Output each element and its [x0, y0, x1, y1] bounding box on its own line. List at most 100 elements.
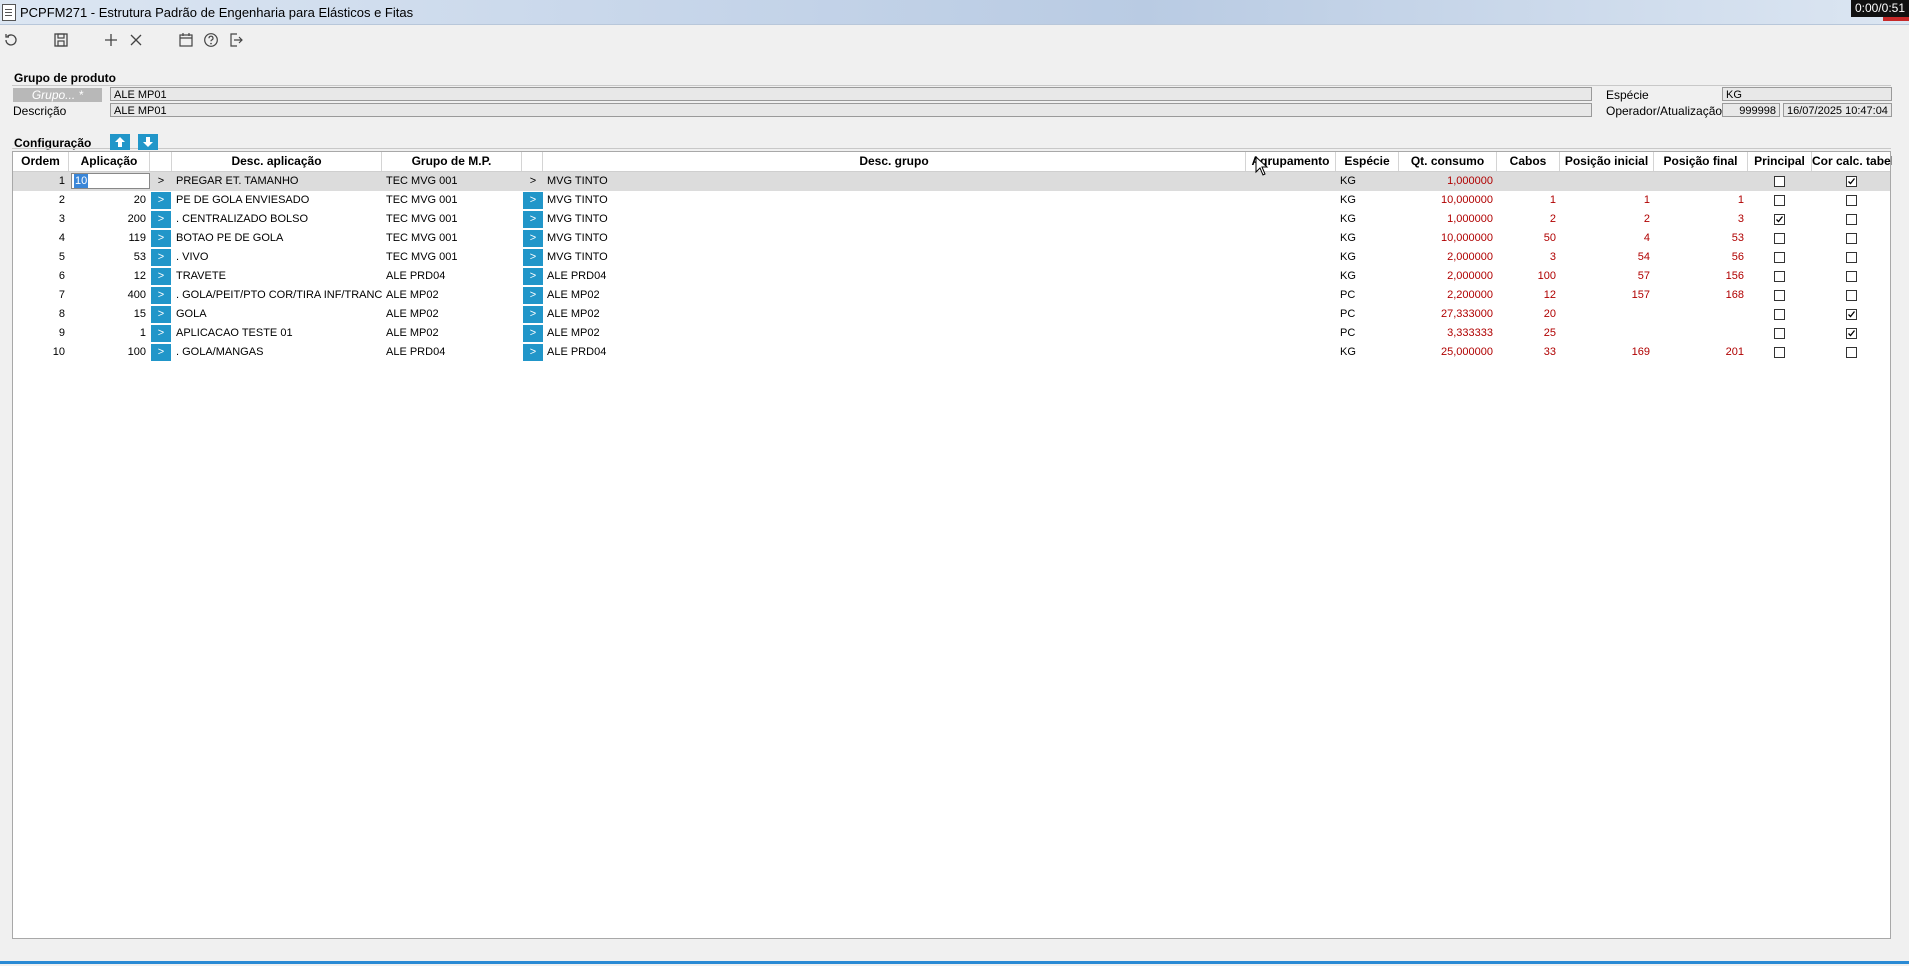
cell-desc-grupo[interactable]: ALE PRD04	[543, 343, 1246, 362]
cell-pos-fim[interactable]	[1654, 324, 1748, 343]
cell-grupo-mp[interactable]: ALE MP02	[382, 286, 522, 305]
grupo-lookup-button[interactable]: >	[523, 268, 543, 285]
cell-grupo-mp[interactable]: TEC MVG 001	[382, 172, 522, 191]
cell-pos-fim[interactable]: 56	[1654, 248, 1748, 267]
grupo-lookup-button[interactable]: >	[523, 287, 543, 304]
principal-checkbox[interactable]	[1774, 195, 1785, 206]
cor-calc-checkbox[interactable]	[1846, 347, 1857, 358]
cell-ordem[interactable]: 4	[13, 229, 69, 248]
aplicacao-lookup-button[interactable]: >	[151, 306, 171, 323]
aplicacao-lookup-button[interactable]: >	[151, 173, 171, 190]
principal-checkbox[interactable]	[1774, 252, 1785, 263]
cell-agrupamento[interactable]	[1246, 343, 1336, 362]
grupo-lookup-button[interactable]: >	[523, 211, 543, 228]
cell-aplicacao[interactable]: 400	[69, 286, 150, 305]
cell-pos-fim[interactable]: 156	[1654, 267, 1748, 286]
cell-agrupamento[interactable]	[1246, 305, 1336, 324]
cell-desc-aplicacao[interactable]: . VIVO	[172, 248, 382, 267]
cor-calc-checkbox[interactable]	[1846, 252, 1857, 263]
cell-desc-aplicacao[interactable]: PREGAR ET. TAMANHO	[172, 172, 382, 191]
exit-icon[interactable]	[225, 28, 247, 52]
aplicacao-lookup-button[interactable]: >	[151, 192, 171, 209]
cor-calc-checkbox[interactable]	[1846, 271, 1857, 282]
table-row[interactable]: 7 400 >. GOLA/PEIT/PTO COR/TIRA INF/TRANC …	[13, 286, 1890, 305]
close-icon[interactable]	[125, 28, 147, 52]
col-cor-calc-tabela[interactable]: Cor calc. tabela	[1812, 152, 1892, 171]
cell-ordem[interactable]: 3	[13, 210, 69, 229]
cell-grupo-mp[interactable]: TEC MVG 001	[382, 191, 522, 210]
cell-qt-consumo[interactable]: 3,333333	[1399, 324, 1497, 343]
cell-cabos[interactable]: 33	[1497, 343, 1560, 362]
especie-field[interactable]: KG	[1722, 87, 1892, 101]
principal-checkbox[interactable]	[1774, 309, 1785, 320]
cell-aplicacao[interactable]: 119	[69, 229, 150, 248]
cell-pos-fim[interactable]	[1654, 172, 1748, 191]
grupo-field[interactable]: ALE MP01	[110, 87, 1592, 101]
cell-cabos[interactable]: 3	[1497, 248, 1560, 267]
cell-aplicacao[interactable]: 15	[69, 305, 150, 324]
cell-aplicacao[interactable]: 53	[69, 248, 150, 267]
cell-qt-consumo[interactable]: 10,000000	[1399, 191, 1497, 210]
cor-calc-checkbox[interactable]	[1846, 309, 1857, 320]
principal-checkbox[interactable]	[1774, 290, 1785, 301]
col-posicao-inicial[interactable]: Posição inicial	[1560, 152, 1654, 171]
cell-desc-aplicacao[interactable]: BOTAO PE DE GOLA	[172, 229, 382, 248]
table-row[interactable]: 2 20 > PE DE GOLA ENVIESADO TEC MVG 001 > MVG …	[13, 191, 1890, 210]
cell-grupo-mp[interactable]: ALE MP02	[382, 305, 522, 324]
cell-aplicacao[interactable]: 20	[69, 191, 150, 210]
aplicacao-lookup-button[interactable]: >	[151, 344, 171, 361]
cell-especie[interactable]: KG	[1336, 343, 1399, 362]
cell-grupo-mp[interactable]: TEC MVG 001	[382, 248, 522, 267]
cell-cabos[interactable]: 2	[1497, 210, 1560, 229]
cell-qt-consumo[interactable]: 25,000000	[1399, 343, 1497, 362]
col-desc-aplicacao[interactable]: Desc. aplicação	[172, 152, 382, 171]
help-icon[interactable]	[200, 28, 222, 52]
grupo-lookup-button[interactable]: >	[523, 230, 543, 247]
cor-calc-checkbox[interactable]	[1846, 195, 1857, 206]
cell-desc-grupo[interactable]: MVG TINTO	[543, 210, 1246, 229]
cell-cabos[interactable]: 1	[1497, 191, 1560, 210]
cell-cabos[interactable]: 25	[1497, 324, 1560, 343]
cell-desc-aplicacao[interactable]: PE DE GOLA ENVIESADO	[172, 191, 382, 210]
cell-ordem[interactable]: 5	[13, 248, 69, 267]
cor-calc-checkbox[interactable]	[1846, 214, 1857, 225]
cell-pos-ini[interactable]: 2	[1560, 210, 1654, 229]
table-row[interactable]: 9 1 > APLICACAO TESTE 01 ALE MP02 > ALE MP02 PC…	[13, 324, 1890, 343]
table-row[interactable]: 6 12 > TRAVETE ALE PRD04 > ALE PRD04 KG 2,000000…	[13, 267, 1890, 286]
cell-pos-ini[interactable]: 4	[1560, 229, 1654, 248]
plus-icon[interactable]	[100, 28, 122, 52]
descricao-field[interactable]: ALE MP01	[110, 103, 1592, 117]
cell-agrupamento[interactable]	[1246, 229, 1336, 248]
cell-agrupamento[interactable]	[1246, 324, 1336, 343]
cell-pos-ini[interactable]	[1560, 324, 1654, 343]
aplicacao-lookup-button[interactable]: >	[151, 211, 171, 228]
cell-pos-fim[interactable]: 3	[1654, 210, 1748, 229]
cell-desc-aplicacao[interactable]: . GOLA/MANGAS	[172, 343, 382, 362]
move-up-button[interactable]	[110, 134, 130, 150]
cell-agrupamento[interactable]	[1246, 191, 1336, 210]
cell-agrupamento[interactable]	[1246, 248, 1336, 267]
cell-especie[interactable]: KG	[1336, 267, 1399, 286]
cell-agrupamento[interactable]	[1246, 286, 1336, 305]
grupo-lookup-button[interactable]: >	[523, 344, 543, 361]
cell-agrupamento[interactable]	[1246, 267, 1336, 286]
table-row[interactable]: 1 10 > PREGAR ET. TAMANHO TEC MVG 001 > MVG TI…	[13, 172, 1890, 191]
cell-cabos[interactable]: 100	[1497, 267, 1560, 286]
cell-desc-aplicacao[interactable]: APLICACAO TESTE 01	[172, 324, 382, 343]
grupo-lookup-button[interactable]: >	[523, 249, 543, 266]
cell-ordem[interactable]: 6	[13, 267, 69, 286]
cor-calc-checkbox[interactable]	[1846, 176, 1857, 187]
aplicacao-lookup-button[interactable]: >	[151, 287, 171, 304]
cell-ordem[interactable]: 1	[13, 172, 69, 191]
cell-qt-consumo[interactable]: 1,000000	[1399, 172, 1497, 191]
principal-checkbox[interactable]	[1774, 233, 1785, 244]
cor-calc-checkbox[interactable]	[1846, 328, 1857, 339]
move-down-button[interactable]	[138, 134, 158, 150]
cell-qt-consumo[interactable]: 2,200000	[1399, 286, 1497, 305]
cell-pos-fim[interactable]: 53	[1654, 229, 1748, 248]
cor-calc-checkbox[interactable]	[1846, 233, 1857, 244]
cell-especie[interactable]: KG	[1336, 172, 1399, 191]
cell-ordem[interactable]: 7	[13, 286, 69, 305]
aplicacao-lookup-button[interactable]: >	[151, 230, 171, 247]
grupo-lookup-button[interactable]: >	[523, 173, 543, 190]
